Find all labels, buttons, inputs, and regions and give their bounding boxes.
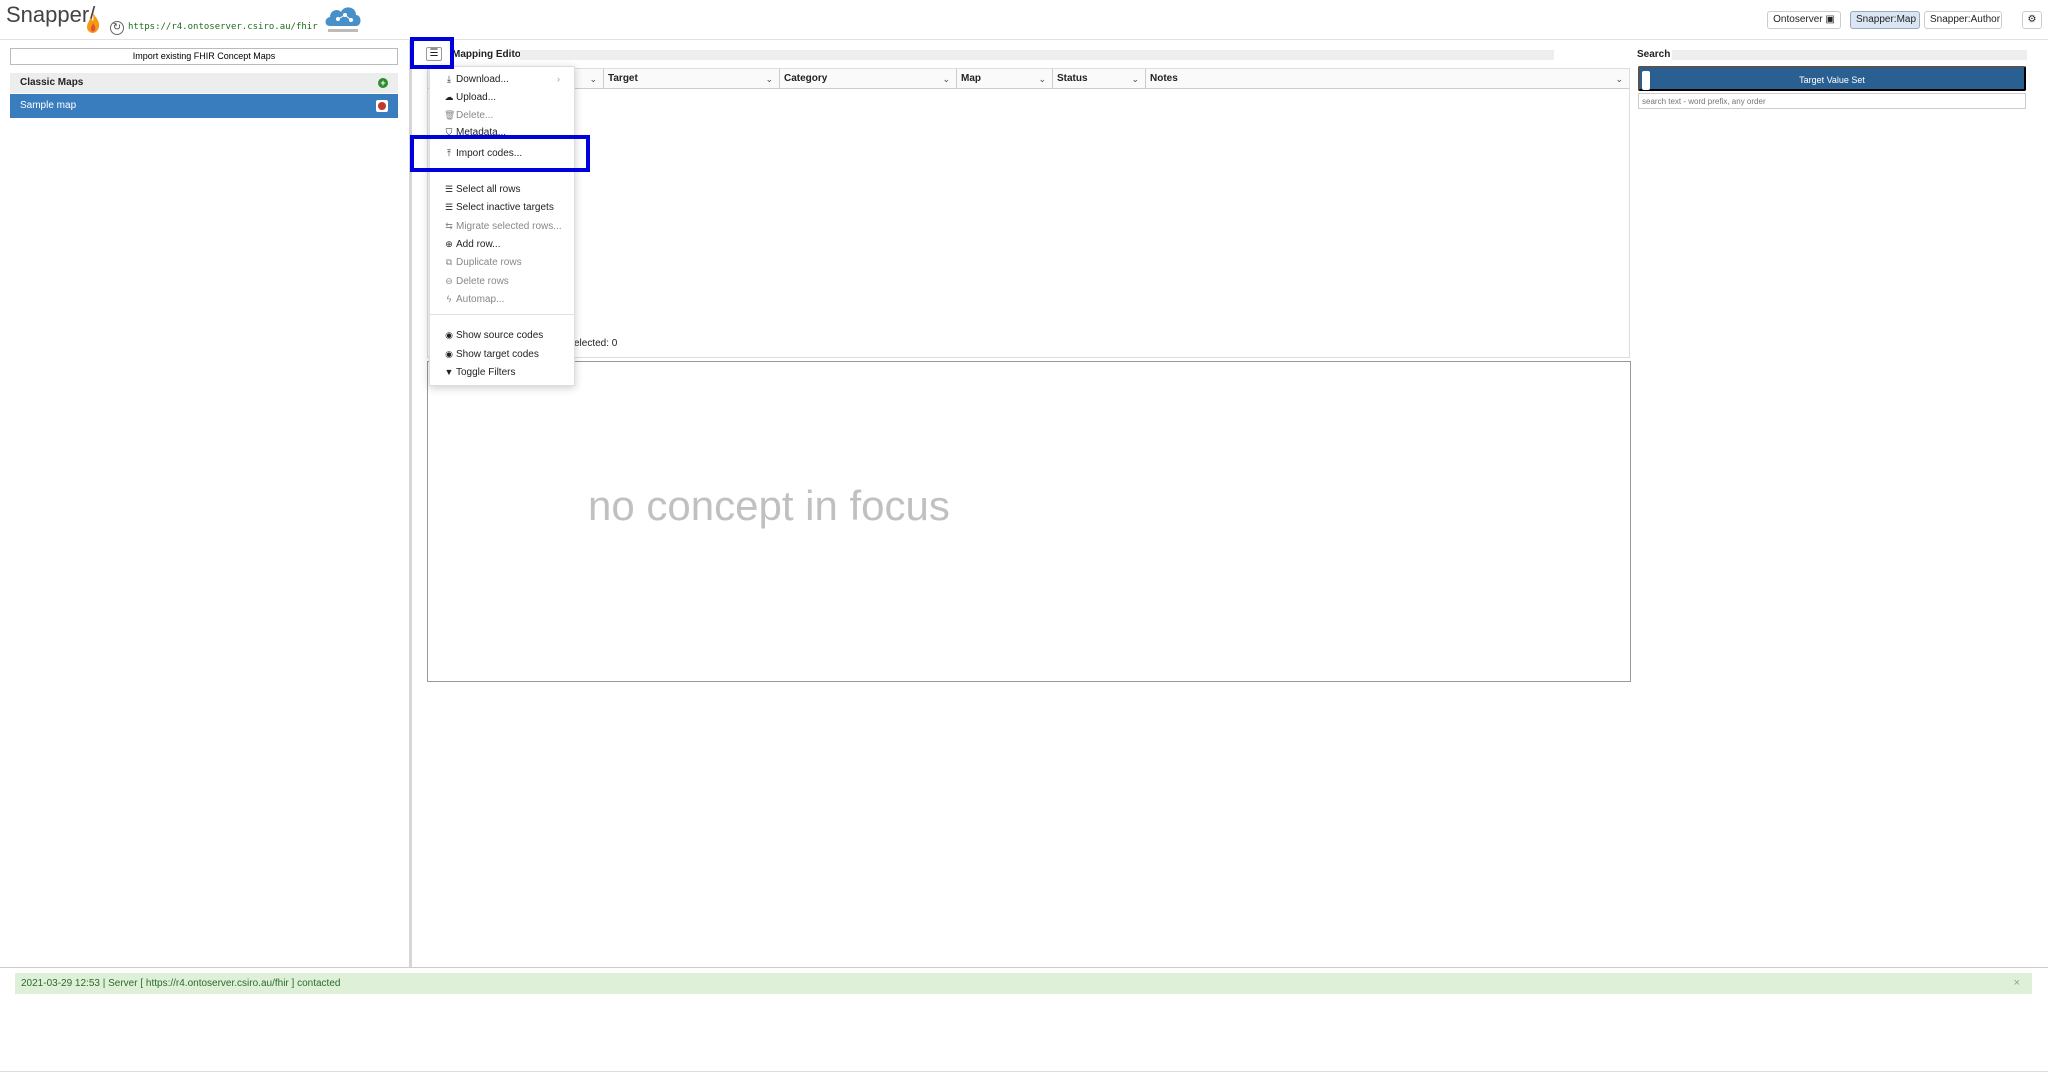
footer-divider xyxy=(0,1071,2048,1072)
list-icon: ☰ xyxy=(444,184,454,194)
eye-icon: ◉ xyxy=(445,330,453,340)
column-label: Notes xyxy=(1150,73,1178,84)
editor-dropdown-menu: ⤓ Download... › ☁ Upload... 🗑Delete... ⛉ Me… xyxy=(429,66,575,386)
menu-item-delete[interactable]: 🗑Delete... xyxy=(444,107,493,123)
menu-item-label: Upload... xyxy=(456,92,497,103)
menu-item-label: Delete rows xyxy=(456,276,509,287)
duplicate-icon: ⧉ xyxy=(445,257,453,267)
import-fhir-maps-button[interactable]: Import existing FHIR Concept Maps xyxy=(10,48,398,65)
column-header-category[interactable]: Category ⌄ xyxy=(780,69,957,89)
chevron-down-icon[interactable]: ⌄ xyxy=(765,69,773,89)
download-icon: ⤓ xyxy=(447,74,451,84)
menu-item-add-row[interactable]: ⊕ Add row... xyxy=(444,236,500,252)
plus-circle-icon: ⊕ xyxy=(445,239,453,249)
refresh-icon[interactable]: ↻ xyxy=(110,21,124,35)
search-title: Search xyxy=(1637,49,1671,60)
menu-item-label: Show target codes xyxy=(456,349,539,360)
menu-item-label: Select all rows xyxy=(456,184,521,195)
menu-item-label: Automap... xyxy=(456,294,505,305)
snapper-map-button[interactable]: Snapper:Map xyxy=(1850,11,1920,29)
search-input[interactable] xyxy=(1638,93,2026,109)
menu-item-toggle-filters[interactable]: ▼ Toggle Filters xyxy=(444,364,516,380)
panel-splitter[interactable] xyxy=(409,40,412,967)
column-label: Map xyxy=(961,73,981,84)
menu-item-label: Toggle Filters xyxy=(456,367,516,378)
migrate-icon: ⇆ xyxy=(445,221,453,231)
list-icon: ☰ xyxy=(444,202,454,212)
menu-item-download[interactable]: ⤓ Download... › xyxy=(444,71,568,87)
menu-item-show-target[interactable]: ◉ Show target codes xyxy=(444,346,539,362)
status-text: 2021-03-29 12:53 | Server [ https://r4.o… xyxy=(21,978,341,989)
column-header-status[interactable]: Status ⌄ xyxy=(1053,69,1146,89)
menu-item-delete-rows[interactable]: ⊖ Delete rows xyxy=(444,273,509,289)
tag-icon: ⛉ xyxy=(445,127,453,135)
server-url[interactable]: https://r4.ontoserver.csiro.au/fhir xyxy=(128,22,318,32)
menu-item-metadata[interactable]: ⛉ Metadata... xyxy=(444,125,506,135)
mapping-grid[interactable]: ⌄ Target ⌄ Category ⌄ Map ⌄ Status ⌄ Not… xyxy=(427,68,1630,358)
menu-item-label: Metadata... xyxy=(456,127,507,135)
classic-maps-header[interactable]: Classic Maps + xyxy=(10,73,398,93)
close-icon[interactable]: × xyxy=(2014,973,2020,994)
column-header-target[interactable]: Target ⌄ xyxy=(604,69,780,89)
bolt-icon: ϟ xyxy=(446,294,452,304)
flame-icon xyxy=(87,13,100,33)
add-map-icon[interactable]: + xyxy=(378,78,388,88)
column-header-map[interactable]: Map ⌄ xyxy=(957,69,1053,89)
column-label: Category xyxy=(784,73,828,84)
menu-item-migrate[interactable]: ⇆ Migrate selected rows... xyxy=(444,218,562,234)
menu-item-label: Add row... xyxy=(456,239,501,250)
minus-circle-icon: ⊖ xyxy=(445,276,453,286)
search-title-bar xyxy=(1672,50,2027,60)
menu-item-duplicate[interactable]: ⧉ Duplicate rows xyxy=(444,254,522,270)
focus-placeholder: no concept in focus xyxy=(588,482,950,529)
column-label: Target xyxy=(608,73,638,84)
menu-item-show-source[interactable]: ◉ Show source codes xyxy=(444,327,543,343)
chevron-down-icon[interactable]: ⌄ xyxy=(942,69,950,89)
left-panel: Import existing FHIR Concept Maps Classi… xyxy=(0,40,409,967)
menu-item-label: Duplicate rows xyxy=(456,257,522,268)
ontoserver-button[interactable]: Ontoserver ▣ xyxy=(1767,11,1841,29)
grid-header: ⌄ Target ⌄ Category ⌄ Map ⌄ Status ⌄ Not… xyxy=(428,69,1629,89)
menu-item-label: Delete... xyxy=(456,110,494,121)
classic-maps-title: Classic Maps xyxy=(20,77,84,88)
remove-map-icon[interactable] xyxy=(376,100,388,112)
server-icon: ▣ xyxy=(1825,14,1835,25)
menu-item-select-all[interactable]: ☰ Select all rows xyxy=(444,181,521,197)
top-header: Snapper/ ↻ https://r4.ontoserver.csiro.a… xyxy=(0,0,2048,40)
mapping-editor-title: Mapping Editor xyxy=(452,49,525,60)
menu-button-highlight xyxy=(410,37,454,69)
chevron-down-icon[interactable]: ⌄ xyxy=(1615,69,1623,89)
target-value-set-button[interactable]: Target Value Set xyxy=(1638,66,2026,91)
chevron-down-icon[interactable]: ⌄ xyxy=(1131,69,1139,89)
content-divider xyxy=(0,967,2048,968)
ontoserver-button-label: Ontoserver xyxy=(1773,14,1823,25)
menu-item-label: Show source codes xyxy=(456,330,544,341)
filter-icon: ▼ xyxy=(444,367,454,377)
map-list-item[interactable]: Sample map xyxy=(10,94,398,118)
menu-item-label: Download... xyxy=(456,74,509,85)
snapper-author-button[interactable]: Snapper:Author xyxy=(1924,11,2002,29)
import-codes-highlight xyxy=(410,135,590,172)
menu-item-upload[interactable]: ☁ Upload... xyxy=(444,89,497,105)
eye-icon: ◉ xyxy=(445,349,453,359)
map-label: Sample map xyxy=(20,100,77,111)
chevron-right-icon: › xyxy=(557,74,560,84)
upload-icon: ☁ xyxy=(444,92,454,102)
menu-divider xyxy=(430,314,574,315)
editor-title-bar xyxy=(520,50,1554,60)
trash-icon: 🗑 xyxy=(444,110,456,120)
gear-icon[interactable]: ⚙ xyxy=(2022,11,2042,29)
menu-item-automap[interactable]: ϟ Automap... xyxy=(444,291,505,307)
column-label: Status xyxy=(1057,73,1088,84)
status-message: 2021-03-29 12:53 | Server [ https://r4.o… xyxy=(15,973,2032,994)
column-header-notes[interactable]: Notes ⌄ xyxy=(1146,69,1629,89)
csiro-cloud-logo-icon xyxy=(325,7,361,32)
menu-item-label: Select inactive targets xyxy=(456,202,554,213)
menu-item-select-inactive[interactable]: ☰ Select inactive targets xyxy=(444,199,554,215)
app-title: Snapper/ xyxy=(6,2,96,27)
menu-item-label: Migrate selected rows... xyxy=(456,221,562,232)
selected-count: elected: 0 xyxy=(574,338,618,349)
chevron-down-icon[interactable]: ⌄ xyxy=(589,69,597,89)
chevron-down-icon[interactable]: ⌄ xyxy=(1038,69,1046,89)
